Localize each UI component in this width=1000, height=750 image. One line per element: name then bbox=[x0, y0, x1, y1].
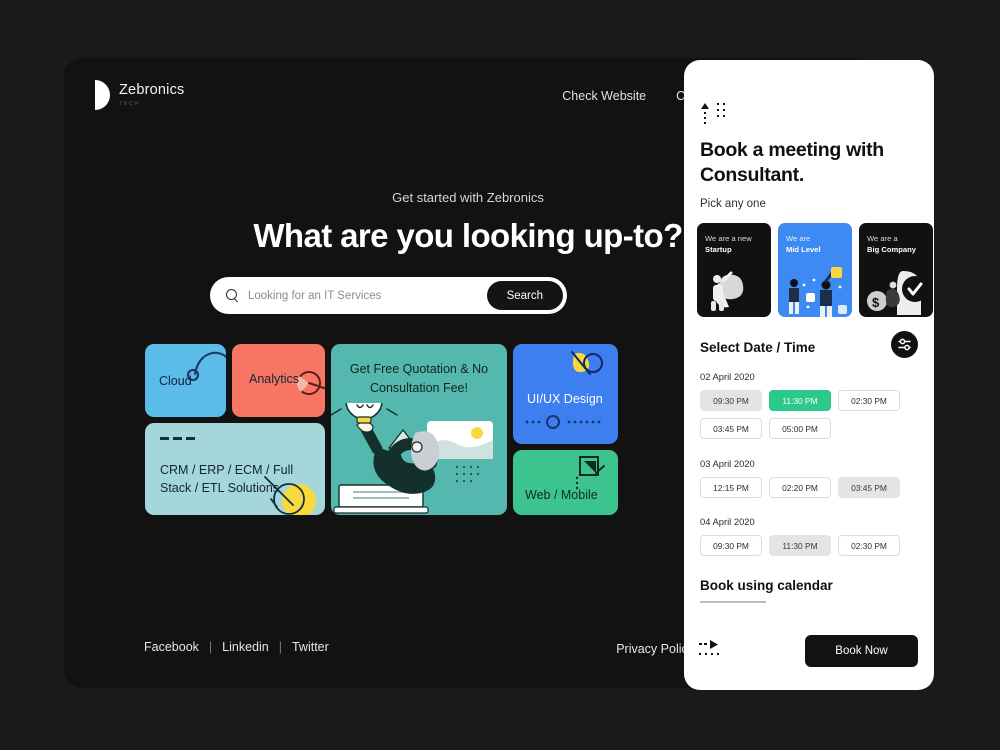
uiux-doodle-icon bbox=[571, 351, 603, 375]
option-big-line1: We are a bbox=[867, 234, 898, 243]
option-mid-line1: We are bbox=[786, 234, 811, 243]
arrow-right-dots-icon bbox=[699, 640, 719, 655]
time-slot[interactable]: 02:20 PM bbox=[769, 477, 831, 498]
big-company-illustration-icon: $ bbox=[867, 271, 928, 315]
tile-crm[interactable]: CRM / ERP / ECM / Full Stack / ETL Solut… bbox=[145, 423, 325, 515]
service-tiles-grid: Cloud Analytics CRM / ERP / ECM / Full S… bbox=[145, 344, 637, 544]
crm-doodle-icon bbox=[264, 476, 316, 515]
tile-analytics[interactable]: Analytics bbox=[232, 344, 325, 417]
panel-subtitle: Pick any one bbox=[700, 198, 766, 210]
date-group-2: 03 April 2020 12:15 PM 02:20 PM 03:45 PM bbox=[700, 458, 922, 498]
option-card-startup[interactable]: We are a new Startup bbox=[697, 223, 771, 317]
date-label-1: 02 April 2020 bbox=[700, 371, 755, 382]
startup-illustration-icon bbox=[711, 271, 744, 311]
tile-cloud[interactable]: Cloud bbox=[145, 344, 226, 417]
select-date-time-heading: Select Date / Time bbox=[700, 340, 816, 355]
logo-mark-icon bbox=[95, 80, 110, 110]
footer-separator-2: | bbox=[278, 640, 282, 654]
sliders-icon bbox=[898, 338, 911, 351]
date-group-3: 04 April 2020 09:30 PM 11:30 PM 02:30 PM bbox=[700, 516, 922, 556]
tile-free-quotation[interactable]: Get Free Quotation & No Consultation Fee… bbox=[331, 344, 507, 515]
arrow-up-dots-icon bbox=[701, 103, 725, 124]
uiux-slider-icon bbox=[525, 415, 601, 429]
date-label-3: 04 April 2020 bbox=[700, 516, 755, 527]
web-mobile-doodle-icon bbox=[575, 456, 605, 490]
time-slot-selected[interactable]: 11:30 PM bbox=[769, 390, 831, 411]
option-mid-line2: Mid Level bbox=[786, 245, 821, 254]
screenshot-root: Zebronics TECH Check Website Clients Dir… bbox=[0, 0, 1000, 750]
tile-web-mobile[interactable]: Web / Mobile bbox=[513, 450, 618, 515]
footer-link-twitter[interactable]: Twitter bbox=[292, 640, 329, 654]
option-card-mid-level[interactable]: We are Mid Level bbox=[778, 223, 852, 317]
mid-level-illustration-icon bbox=[789, 267, 847, 317]
logo-text: Zebronics TECH bbox=[119, 82, 185, 107]
option-big-text: We are a Big Company bbox=[867, 233, 929, 255]
footer-social-links: Facebook | Linkedin | Twitter bbox=[144, 640, 329, 654]
book-using-calendar-link[interactable]: Book using calendar bbox=[700, 578, 833, 593]
search-input[interactable] bbox=[239, 289, 487, 302]
tile-center-title: Get Free Quotation & No Consultation Fee… bbox=[349, 362, 489, 395]
time-slot[interactable]: 03:45 PM bbox=[838, 477, 900, 498]
option-card-big-company[interactable]: We are a Big Company $ bbox=[859, 223, 933, 317]
date-group-1: 02 April 2020 09:30 PM 11:30 PM 02:30 PM… bbox=[700, 371, 922, 439]
company-size-options: We are a new Startup We are Mid Level We… bbox=[697, 223, 933, 317]
time-slot[interactable]: 09:30 PM bbox=[700, 390, 762, 411]
analytics-doodle-icon bbox=[296, 371, 325, 395]
brand-logo[interactable]: Zebronics TECH bbox=[95, 80, 184, 110]
dashes-icon bbox=[160, 437, 195, 440]
footer-link-privacy-policy[interactable]: Privacy Policy bbox=[616, 642, 694, 656]
booking-panel: Book a meeting with Consultant. Pick any… bbox=[684, 60, 934, 690]
option-mid-text: We are Mid Level bbox=[786, 233, 848, 255]
time-slot[interactable]: 03:45 PM bbox=[700, 418, 762, 439]
calendar-link-underline bbox=[700, 601, 766, 603]
tile-uiux-label: UI/UX Design bbox=[527, 392, 603, 406]
search-icon bbox=[226, 289, 239, 302]
option-startup-line2: Startup bbox=[705, 245, 732, 254]
tile-web-mobile-label: Web / Mobile bbox=[525, 488, 598, 502]
tile-uiux-design[interactable]: UI/UX Design bbox=[513, 344, 618, 444]
search-bar[interactable]: Search bbox=[210, 277, 567, 314]
consultation-illustration bbox=[331, 403, 493, 514]
date-label-2: 03 April 2020 bbox=[700, 458, 755, 469]
time-slot[interactable]: 12:15 PM bbox=[700, 477, 762, 498]
logo-subtitle: TECH bbox=[119, 100, 141, 107]
filter-button[interactable] bbox=[891, 331, 918, 358]
footer-separator-1: | bbox=[208, 640, 213, 654]
svg-text:$: $ bbox=[872, 295, 880, 310]
tile-cloud-label: Cloud bbox=[159, 374, 192, 388]
time-slot[interactable]: 05:00 PM bbox=[769, 418, 831, 439]
footer-link-facebook[interactable]: Facebook bbox=[144, 640, 199, 654]
option-startup-text: We are a new Startup bbox=[705, 233, 767, 255]
time-slot[interactable]: 02:30 PM bbox=[838, 390, 900, 411]
search-button[interactable]: Search bbox=[486, 281, 563, 310]
slot-list-2: 12:15 PM 02:20 PM 03:45 PM bbox=[700, 477, 922, 498]
logo-name: Zebronics bbox=[119, 82, 185, 99]
footer-link-linkedin[interactable]: Linkedin bbox=[222, 640, 269, 654]
time-slot[interactable]: 09:30 PM bbox=[700, 535, 762, 556]
footer-privacy-wrap: Privacy Policy bbox=[616, 640, 694, 658]
book-now-button[interactable]: Book Now bbox=[805, 635, 918, 667]
time-slot[interactable]: 11:30 PM bbox=[769, 535, 831, 556]
option-big-line2: Big Company bbox=[867, 245, 916, 254]
slot-list-1: 09:30 PM 11:30 PM 02:30 PM 03:45 PM 05:0… bbox=[700, 390, 922, 439]
time-slot[interactable]: 02:30 PM bbox=[838, 535, 900, 556]
nav-link-check-website[interactable]: Check Website bbox=[562, 89, 646, 103]
option-startup-line1: We are a new bbox=[705, 234, 752, 243]
panel-title: Book a meeting with Consultant. bbox=[700, 139, 884, 186]
tile-analytics-label: Analytics bbox=[249, 372, 300, 386]
slot-list-3: 09:30 PM 11:30 PM 02:30 PM bbox=[700, 535, 922, 556]
